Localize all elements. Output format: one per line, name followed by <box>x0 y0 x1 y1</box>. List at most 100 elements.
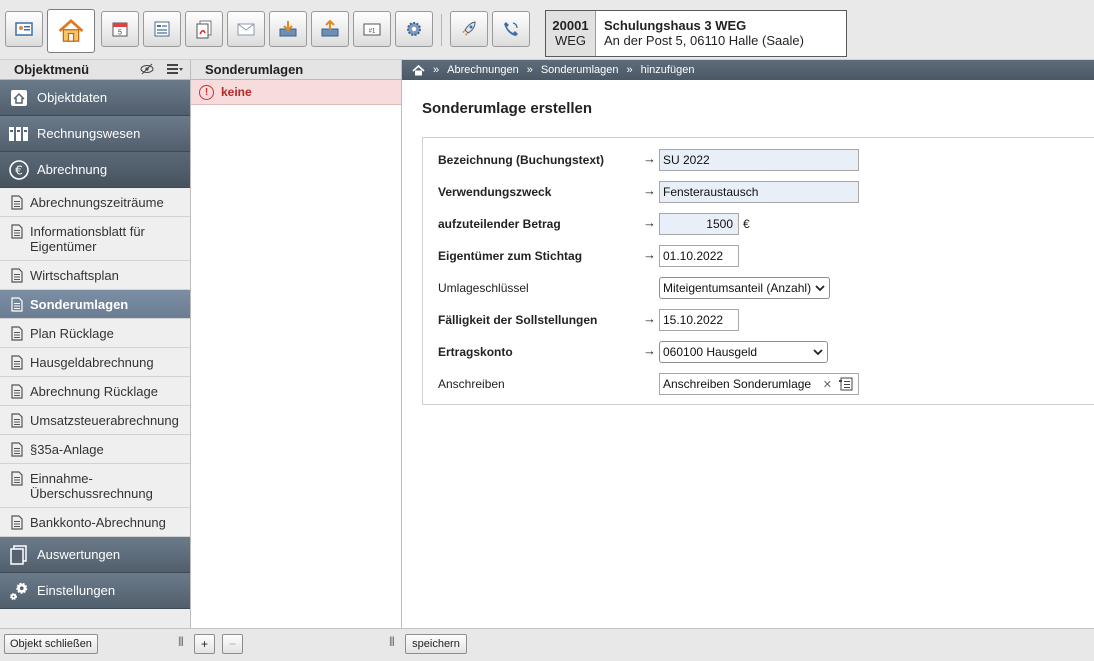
inbox-upload-button[interactable] <box>311 11 349 47</box>
sidebar-item-label: Abrechnung Rücklage <box>30 384 158 399</box>
sidebar-item-3[interactable]: Wirtschaftsplan <box>0 261 190 290</box>
chevron-down-icon <box>815 285 825 292</box>
sidebar-item-9[interactable]: §35a-Anlage <box>0 435 190 464</box>
binders-icon <box>9 126 28 141</box>
sidebar-footer: Objekt schließen ||| <box>0 628 191 661</box>
document-icon <box>11 384 23 399</box>
sidebar-category-rechnungswesen[interactable]: Rechnungswesen <box>0 116 190 152</box>
home-button[interactable] <box>47 9 95 53</box>
add-button[interactable]: + <box>194 634 215 654</box>
required-arrow-icon: → <box>643 215 656 230</box>
sidebar-item-1[interactable]: Abrechnungszeiträume <box>0 188 190 217</box>
sidebar-item-label: Umsatzsteuerabrechnung <box>30 413 179 428</box>
stichtag-date-input[interactable]: 01.10.2022 <box>659 245 739 267</box>
umlageschluessel-label: Umlageschlüssel <box>438 281 529 295</box>
document-icon <box>11 515 23 530</box>
save-button[interactable]: speichern <box>405 634 467 654</box>
sidebar-category-label: Einstellungen <box>37 583 116 598</box>
remove-button[interactable]: − <box>222 634 243 654</box>
sidebar-item-2[interactable]: Informationsblatt für Eigentümer <box>0 217 190 261</box>
bezeichnung-input[interactable]: SU 2022 <box>659 149 859 171</box>
form-row-umlageschluessel: Umlageschlüssel Miteigentumsanteil (Anza… <box>423 277 1094 299</box>
page-title: Sonderumlage erstellen <box>422 100 593 117</box>
form-row-betrag: aufzuteilender Betrag → 1500 € <box>423 213 1094 235</box>
currency-unit: € <box>743 217 750 231</box>
abrechnung-submenu: Abrechnungszeiträume Informationsblatt fü… <box>0 188 190 537</box>
pdf-icon <box>196 20 212 39</box>
calendar-button[interactable]: 5 <box>101 11 139 47</box>
menu-list-icon[interactable] <box>166 62 184 76</box>
sidebar-item-7[interactable]: Abrechnung Rücklage <box>0 377 190 406</box>
ticket-number-button[interactable]: #1 <box>353 11 391 47</box>
inbox-download-button[interactable] <box>269 11 307 47</box>
ertragskonto-select[interactable]: 060100 Hausgeld <box>659 341 828 363</box>
phone-button[interactable] <box>492 11 530 47</box>
breadcrumb-current: hinzufügen <box>640 64 695 76</box>
sidebar-item-8[interactable]: Umsatzsteuerabrechnung <box>0 406 190 435</box>
close-object-button[interactable]: Objekt schließen <box>4 634 98 654</box>
warning-icon: ! <box>199 84 214 100</box>
document-icon <box>11 326 23 341</box>
sidebar-item-6[interactable]: Hausgeldabrechnung <box>0 348 190 377</box>
betrag-input[interactable]: 1500 <box>659 213 739 235</box>
required-arrow-icon: → <box>643 183 656 198</box>
breadcrumb-abrechnungen[interactable]: Abrechnungen <box>447 64 519 76</box>
resize-grip-icon[interactable]: ||| <box>389 636 395 647</box>
sidebar-item-label: §35a-Anlage <box>30 442 104 457</box>
contact-card-icon <box>15 22 33 36</box>
sidebar-category-label: Rechnungswesen <box>37 126 141 141</box>
sidebar-category-label: Abrechnung <box>37 162 108 177</box>
required-arrow-icon: → <box>643 247 656 262</box>
sidebar-category-abrechnung[interactable]: € Abrechnung <box>0 152 190 188</box>
umlageschluessel-select[interactable]: Miteigentumsanteil (Anzahl) <box>659 277 830 299</box>
contact-card-button[interactable] <box>5 11 43 47</box>
form-row-faelligkeit: Fälligkeit der Sollstellungen → 15.10.20… <box>423 309 1094 331</box>
settings-button[interactable] <box>395 11 433 47</box>
document-icon <box>11 268 23 283</box>
sidebar-category-label: Objektdaten <box>37 90 108 105</box>
sidebar-item-label: Informationsblatt für Eigentümer <box>30 224 145 254</box>
form-row-ertragskonto: Ertragskonto → 060100 Hausgeld <box>423 341 1094 363</box>
gear-icon <box>407 22 421 36</box>
documents-icon <box>10 544 27 565</box>
sonderumlagen-list-pane: Sonderumlagen ! keine <box>191 60 402 628</box>
sidebar-item-label: Einnahme-Überschussrechnung <box>30 471 153 501</box>
object-menu-sidebar: Objektmenü Objektdaten Rechnungswesen € … <box>0 60 191 628</box>
form-row-stichtag: Eigentümer zum Stichtag → 01.10.2022 <box>423 245 1094 267</box>
faelligkeit-date-input[interactable]: 15.10.2022 <box>659 309 739 331</box>
rocket-icon <box>462 21 476 36</box>
clear-icon[interactable]: ✕ <box>823 378 832 391</box>
breadcrumb-sonderumlagen[interactable]: Sonderumlagen <box>541 64 619 76</box>
sidebar-category-einstellungen[interactable]: Einstellungen <box>0 573 190 609</box>
object-number-box: 20001 WEG <box>546 11 596 56</box>
ertragskonto-value: 060100 Hausgeld <box>663 345 758 359</box>
gears-icon <box>10 582 28 600</box>
anschreiben-picker[interactable]: Anschreiben Sonderumlage ✕ <box>659 373 859 395</box>
object-menu-header: Objektmenü <box>0 60 190 80</box>
umlageschluessel-value: Miteigentumsanteil (Anzahl) <box>663 281 812 295</box>
resize-grip-icon[interactable]: ||| <box>178 636 184 647</box>
betrag-label: aufzuteilender Betrag <box>438 217 561 231</box>
sidebar-item-5[interactable]: Plan Rücklage <box>0 319 190 348</box>
sidebar-item-10[interactable]: Einnahme-Überschussrechnung <box>0 464 190 508</box>
sidebar-category-objektdaten[interactable]: Objektdaten <box>0 80 190 116</box>
rocket-button[interactable] <box>450 11 488 47</box>
svg-text:€: € <box>15 163 23 177</box>
inbox-download-icon <box>279 21 297 37</box>
inbox-upload-icon <box>321 19 339 37</box>
sidebar-category-auswertungen[interactable]: Auswertungen <box>0 537 190 573</box>
document-icon <box>11 224 23 239</box>
mail-button[interactable] <box>227 11 265 47</box>
sidebar-item-11[interactable]: Bankkonto-Abrechnung <box>0 508 190 537</box>
current-object-info[interactable]: 20001 WEG Schulungshaus 3 WEG An der Pos… <box>545 10 847 57</box>
verwendungszweck-input[interactable]: Fensteraustausch <box>659 181 859 203</box>
visibility-toggle-icon[interactable] <box>140 62 156 76</box>
form-button[interactable] <box>143 11 181 47</box>
home-icon[interactable] <box>412 64 425 76</box>
sidebar-item-4[interactable]: Sonderumlagen <box>0 290 190 319</box>
document-icon <box>11 355 23 370</box>
object-address: An der Post 5, 06110 Halle (Saale) <box>604 33 804 48</box>
document-icon <box>11 471 23 486</box>
document-list-icon[interactable] <box>838 376 854 392</box>
pdf-button[interactable] <box>185 11 223 47</box>
